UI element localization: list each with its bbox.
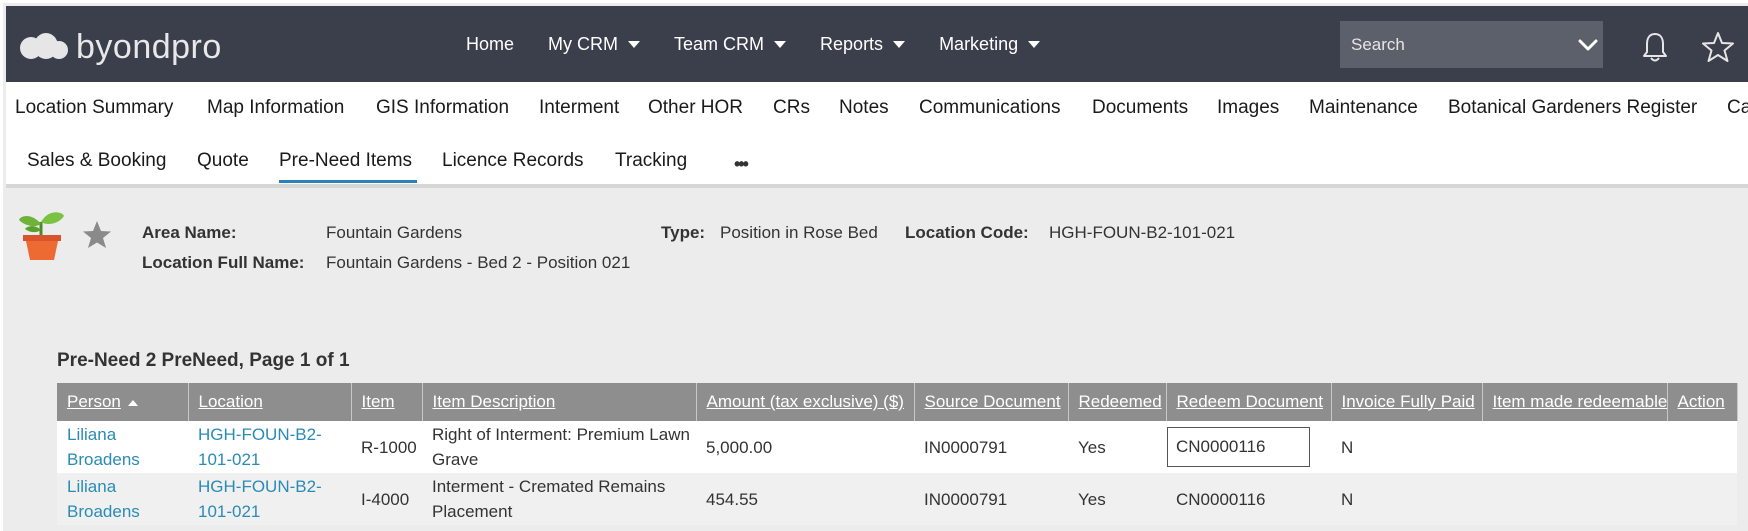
column-header-location[interactable]: Location (188, 383, 352, 421)
tab-licence-records[interactable]: Licence Records (442, 150, 584, 172)
location-code-label: Location Code: (905, 223, 1029, 242)
nav-home-label: Home (466, 33, 515, 54)
column-header-item-description[interactable]: Item Description (422, 383, 697, 421)
tab-truncated[interactable]: Ca (1727, 97, 1748, 119)
pre-need-table: Person Location Item Item Description Am… (57, 383, 1738, 525)
star-icon[interactable] (1701, 30, 1735, 64)
column-header-item-made-redeemable[interactable]: Item made redeemable (1482, 383, 1668, 421)
favourite-star-icon[interactable] (82, 220, 112, 255)
tab-communications[interactable]: Communications (919, 97, 1061, 119)
nav-team-crm[interactable]: Team CRM (674, 33, 787, 55)
type-value: Position in Rose Bed (720, 223, 878, 242)
redeem-document-cell: CN0000116 (1166, 473, 1331, 525)
bell-icon[interactable] (1638, 30, 1672, 64)
action-cell[interactable] (1667, 421, 1737, 473)
column-header-redeem-document[interactable]: Redeem Document (1166, 383, 1332, 421)
location-full-name-label: Location Full Name: (142, 253, 305, 272)
tab-gis-information[interactable]: GIS Information (376, 97, 509, 119)
tab-sales-booking[interactable]: Sales & Booking (27, 150, 166, 172)
logo[interactable]: byondpro (20, 30, 222, 64)
tab-row-secondary: Sales & Booking Quote Pre-Need Items Lic… (6, 134, 1748, 188)
tab-row-primary: Location Summary Map Information GIS Inf… (6, 82, 1748, 134)
person-link[interactable]: Liliana Broadens (67, 425, 140, 469)
action-cell[interactable] (1667, 473, 1737, 525)
column-header-item[interactable]: Item (351, 383, 423, 421)
chevron-down-icon[interactable] (1572, 21, 1603, 68)
redeemed-cell: Yes (1068, 473, 1166, 525)
tab-interment[interactable]: Interment (539, 97, 619, 119)
amount-cell: 454.55 (696, 473, 914, 525)
search-box (1340, 21, 1603, 68)
plant-icon (17, 208, 67, 267)
nav-team-crm-label: Team CRM (674, 33, 765, 54)
table-row: Liliana Broadens HGH-FOUN-B2-101-021 R-1… (57, 421, 1737, 473)
item-made-redeemable-cell (1482, 421, 1667, 473)
search-input[interactable] (1340, 21, 1572, 68)
nav-home[interactable]: Home (466, 34, 514, 55)
tab-map-information[interactable]: Map Information (207, 97, 344, 119)
column-header-invoice-fully-paid[interactable]: Invoice Fully Paid (1331, 383, 1483, 421)
nav-reports[interactable]: Reports (820, 33, 906, 55)
top-navbar: byondpro Home My CRM Team CRM Reports Ma… (6, 6, 1748, 82)
nav-marketing-label: Marketing (939, 33, 1019, 54)
location-link[interactable]: HGH-FOUN-B2-101-021 (198, 477, 322, 521)
caret-down-icon (1028, 40, 1041, 48)
tab-images[interactable]: Images (1217, 97, 1279, 119)
tab-tracking[interactable]: Tracking (615, 150, 687, 172)
sort-ascending-icon (127, 399, 138, 406)
caret-down-icon (774, 40, 787, 48)
location-link[interactable]: HGH-FOUN-B2-101-021 (198, 425, 322, 469)
invoice-fully-paid-cell: N (1331, 421, 1482, 473)
area-name-label: Area Name: (142, 223, 237, 242)
type-label: Type: (661, 223, 706, 242)
logo-text: byondpro (76, 28, 222, 66)
tab-crs[interactable]: CRs (773, 97, 810, 119)
section-title: Pre-Need 2 PreNeed, Page 1 of 1 (57, 350, 350, 371)
main-nav: Home My CRM Team CRM Reports Marketing (466, 6, 1074, 82)
redeemed-cell: Yes (1068, 421, 1166, 473)
description-cell: Right of Interment: Premium Lawn Grave (422, 421, 696, 473)
table-row: Liliana Broadens HGH-FOUN-B2-101-021 I-4… (57, 473, 1737, 525)
person-link[interactable]: Liliana Broadens (67, 477, 140, 521)
more-icon[interactable]: ••• (734, 154, 749, 175)
item-cell: R-1000 (351, 421, 422, 473)
item-cell: I-4000 (351, 473, 422, 525)
column-header-person[interactable]: Person (57, 383, 189, 421)
invoice-fully-paid-cell: N (1331, 473, 1482, 525)
column-header-action[interactable]: Action (1667, 383, 1738, 421)
tab-notes[interactable]: Notes (839, 97, 889, 119)
tab-documents[interactable]: Documents (1092, 97, 1188, 119)
nav-marketing[interactable]: Marketing (939, 33, 1041, 55)
logo-icon (20, 33, 72, 61)
nav-my-crm-label: My CRM (548, 33, 619, 54)
caret-down-icon (893, 40, 906, 48)
description-cell: Interment - Cremated Remains Placement (422, 473, 696, 525)
location-code-value: HGH-FOUN-B2-101-021 (1049, 223, 1236, 242)
column-header-label: Person (67, 392, 121, 411)
caret-down-icon (628, 40, 641, 48)
column-header-amount[interactable]: Amount (tax exclusive) ($) (696, 383, 915, 421)
tab-maintenance[interactable]: Maintenance (1309, 97, 1418, 119)
nav-reports-label: Reports (820, 33, 884, 54)
tab-quote[interactable]: Quote (197, 150, 249, 172)
tab-location-summary[interactable]: Location Summary (15, 97, 173, 119)
nav-my-crm[interactable]: My CRM (548, 33, 641, 55)
redeem-document-cell-focused[interactable]: CN0000116 (1167, 427, 1310, 467)
area-name-value: Fountain Gardens (326, 223, 463, 242)
tab-botanical-gardeners-register[interactable]: Botanical Gardeners Register (1448, 97, 1697, 119)
tab-pre-need-items[interactable]: Pre-Need Items (279, 150, 412, 172)
location-full-name-value: Fountain Gardens - Bed 2 - Position 021 (326, 253, 631, 272)
active-tab-indicator (279, 180, 417, 183)
page: byondpro Home My CRM Team CRM Reports Ma… (0, 0, 1748, 531)
column-header-source-document[interactable]: Source Document (914, 383, 1069, 421)
item-made-redeemable-cell (1482, 473, 1667, 525)
column-header-redeemed[interactable]: Redeemed (1068, 383, 1167, 421)
table-header-row: Person Location Item Item Description Am… (57, 383, 1738, 421)
tab-other-hor[interactable]: Other HOR (648, 97, 743, 119)
source-document-cell: IN0000791 (914, 421, 1068, 473)
source-document-cell: IN0000791 (914, 473, 1068, 525)
amount-cell: 5,000.00 (696, 421, 914, 473)
